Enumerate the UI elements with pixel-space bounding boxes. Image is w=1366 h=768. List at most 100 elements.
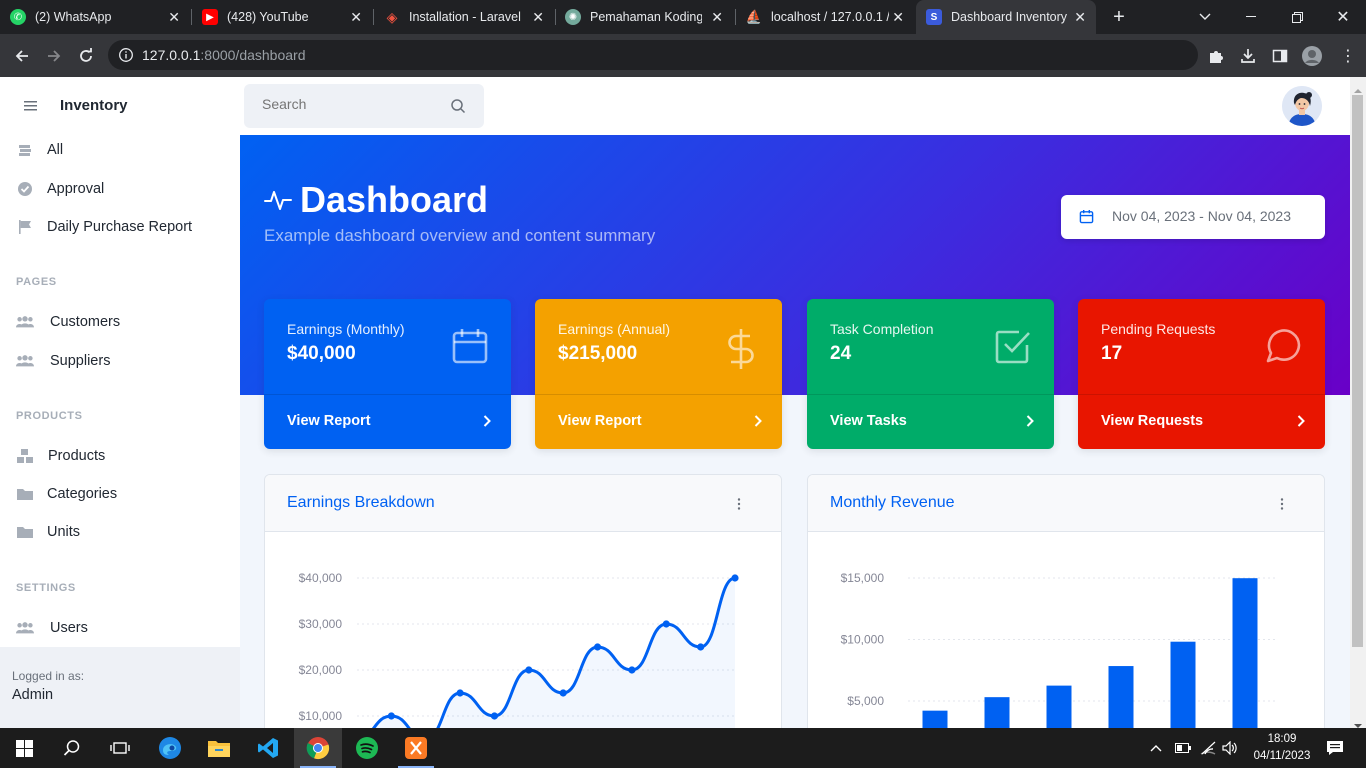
battery-icon[interactable] (1175, 728, 1191, 768)
dashboard-s-icon: S (926, 9, 942, 25)
users-icon (16, 353, 34, 369)
view-tasks-link[interactable]: View Tasks (807, 394, 1054, 449)
sidebar-item-units[interactable]: Units (0, 515, 240, 549)
sidebar-item-suppliers[interactable]: Suppliers (0, 344, 240, 378)
address-bar[interactable]: 127.0.0.1:8000/dashboard (108, 40, 1198, 70)
sidebar-item-label: Products (48, 448, 106, 464)
browser-tab[interactable]: ◈ Installation - Laravel ✕ (384, 0, 554, 34)
logged-in-label: Logged in as: (12, 669, 85, 683)
sidebar-item-customers[interactable]: Customers (0, 305, 240, 339)
tab-search-button[interactable] (1182, 0, 1228, 34)
more-vertical-icon[interactable] (1280, 497, 1284, 515)
app-brand[interactable]: Inventory (60, 97, 128, 114)
sidebar-item-categories[interactable]: Categories (0, 477, 240, 511)
browser-tab-strip: ✆ (2) WhatsApp ✕ ▶ (428) YouTube ✕ ◈ Ins… (0, 0, 1366, 34)
section-heading-pages: PAGES (16, 276, 57, 288)
more-vertical-icon[interactable] (737, 497, 741, 515)
system-clock[interactable]: 18:09 04/11/2023 (1252, 731, 1312, 765)
restore-button[interactable] (1274, 0, 1320, 34)
stat-label: Pending Requests (1101, 321, 1216, 337)
data-point (628, 666, 636, 674)
reload-button[interactable] (72, 42, 100, 70)
task-view-icon[interactable] (96, 728, 144, 768)
browser-tab[interactable]: ⛵ localhost / 127.0.0.1 / ✕ (746, 0, 914, 34)
sidebar-item-label: Units (47, 524, 81, 540)
user-avatar[interactable] (1282, 86, 1322, 126)
date-range-picker[interactable]: Nov 04, 2023 - Nov 04, 2023 (1061, 195, 1325, 239)
whatsapp-icon: ✆ (10, 9, 26, 25)
date-range-text: Nov 04, 2023 - Nov 04, 2023 (1112, 208, 1292, 224)
close-tab-icon[interactable]: ✕ (892, 9, 904, 25)
download-icon[interactable] (1234, 42, 1262, 70)
page-scrollbar[interactable] (1350, 77, 1366, 728)
sidebar-item-label: Approval (47, 181, 105, 197)
monthly-revenue-bar-chart: $5,000 $10,000 $15,000 (841, 571, 1278, 728)
stat-card-earnings-annual: Earnings (Annual) $215,000 View Report (535, 299, 782, 449)
earnings-area-chart: $10,000 $20,000 $30,000 $40,000 (299, 571, 739, 728)
view-requests-link[interactable]: View Requests (1078, 394, 1325, 449)
xampp-icon[interactable] (392, 728, 440, 768)
tab-title: (428) YouTube (227, 10, 309, 24)
sidebar-item-products[interactable]: Products (0, 439, 240, 473)
menu-toggle-icon[interactable] (24, 99, 38, 117)
search-icon[interactable] (48, 728, 96, 768)
back-button[interactable] (8, 42, 36, 70)
card-header: Earnings Breakdown (265, 475, 781, 532)
volume-icon[interactable] (1222, 728, 1238, 768)
wifi-icon[interactable] (1200, 728, 1216, 768)
browser-tab-active[interactable]: S Dashboard Inventory ✕ (916, 0, 1096, 34)
close-tab-icon[interactable]: ✕ (532, 9, 544, 25)
users-icon (16, 620, 34, 636)
boxes-icon (16, 448, 34, 464)
scrollbar-thumb[interactable] (1352, 95, 1363, 647)
sidebar-item-approval[interactable]: Approval (0, 172, 240, 206)
windows-start-icon[interactable] (0, 728, 48, 768)
view-report-link[interactable]: View Report (264, 394, 511, 449)
scroll-up-arrow-icon[interactable] (1354, 81, 1362, 99)
card-title: Earnings Breakdown (287, 494, 435, 511)
vscode-icon[interactable] (244, 728, 292, 768)
folder-icon (16, 486, 34, 502)
show-hidden-icons-button[interactable] (1150, 728, 1162, 768)
message-circle-icon (1265, 327, 1303, 370)
edge-icon[interactable] (146, 728, 194, 768)
profile-avatar-icon[interactable] (1298, 42, 1326, 70)
windows-taskbar: 18:09 04/11/2023 (0, 728, 1366, 768)
app-topbar: Inventory (0, 77, 1350, 135)
stat-value: 24 (830, 343, 852, 364)
chevron-right-icon (1026, 414, 1034, 433)
revenue-bar (984, 697, 1010, 728)
stat-label: Task Completion (830, 321, 934, 337)
browser-tab[interactable]: ✆ (2) WhatsApp ✕ (10, 0, 190, 34)
page-title: Dashboard (300, 179, 489, 220)
new-tab-button[interactable]: + (1096, 0, 1142, 34)
sidebar-item-daily-purchase-report[interactable]: Daily Purchase Report (0, 210, 240, 244)
close-tab-icon[interactable]: ✕ (711, 9, 723, 25)
stat-label: Earnings (Monthly) (287, 321, 405, 337)
activity-icon (264, 187, 292, 218)
sidebar-item-all[interactable]: All (0, 133, 240, 167)
close-tab-icon[interactable]: ✕ (350, 9, 362, 25)
view-report-link[interactable]: View Report (535, 394, 782, 449)
close-window-button[interactable]: ✕ (1320, 0, 1366, 34)
browser-tab[interactable]: ▶ (428) YouTube ✕ (202, 0, 372, 34)
search-icon[interactable] (450, 98, 466, 119)
close-tab-icon[interactable]: ✕ (1074, 9, 1086, 25)
chrome-icon[interactable] (294, 728, 342, 768)
forward-button[interactable] (40, 42, 68, 70)
file-explorer-icon[interactable] (195, 728, 243, 768)
stat-value: $40,000 (287, 343, 356, 364)
spotify-icon[interactable] (343, 728, 391, 768)
search-input[interactable] (262, 96, 442, 112)
notifications-icon[interactable] (1326, 728, 1344, 768)
sidebar-item-users[interactable]: Users (0, 611, 240, 645)
side-panel-icon[interactable] (1266, 42, 1294, 70)
stat-link-label: View Tasks (830, 413, 907, 429)
close-tab-icon[interactable]: ✕ (168, 9, 180, 25)
clock-time: 18:09 (1267, 733, 1297, 745)
extensions-puzzle-icon[interactable] (1202, 42, 1230, 70)
browser-tab[interactable]: ✺ Pemahaman Koding ✕ (565, 0, 733, 34)
minimize-button[interactable] (1228, 0, 1274, 34)
browser-menu-icon[interactable]: ⋮ (1334, 42, 1362, 70)
site-info-icon[interactable] (118, 47, 134, 68)
